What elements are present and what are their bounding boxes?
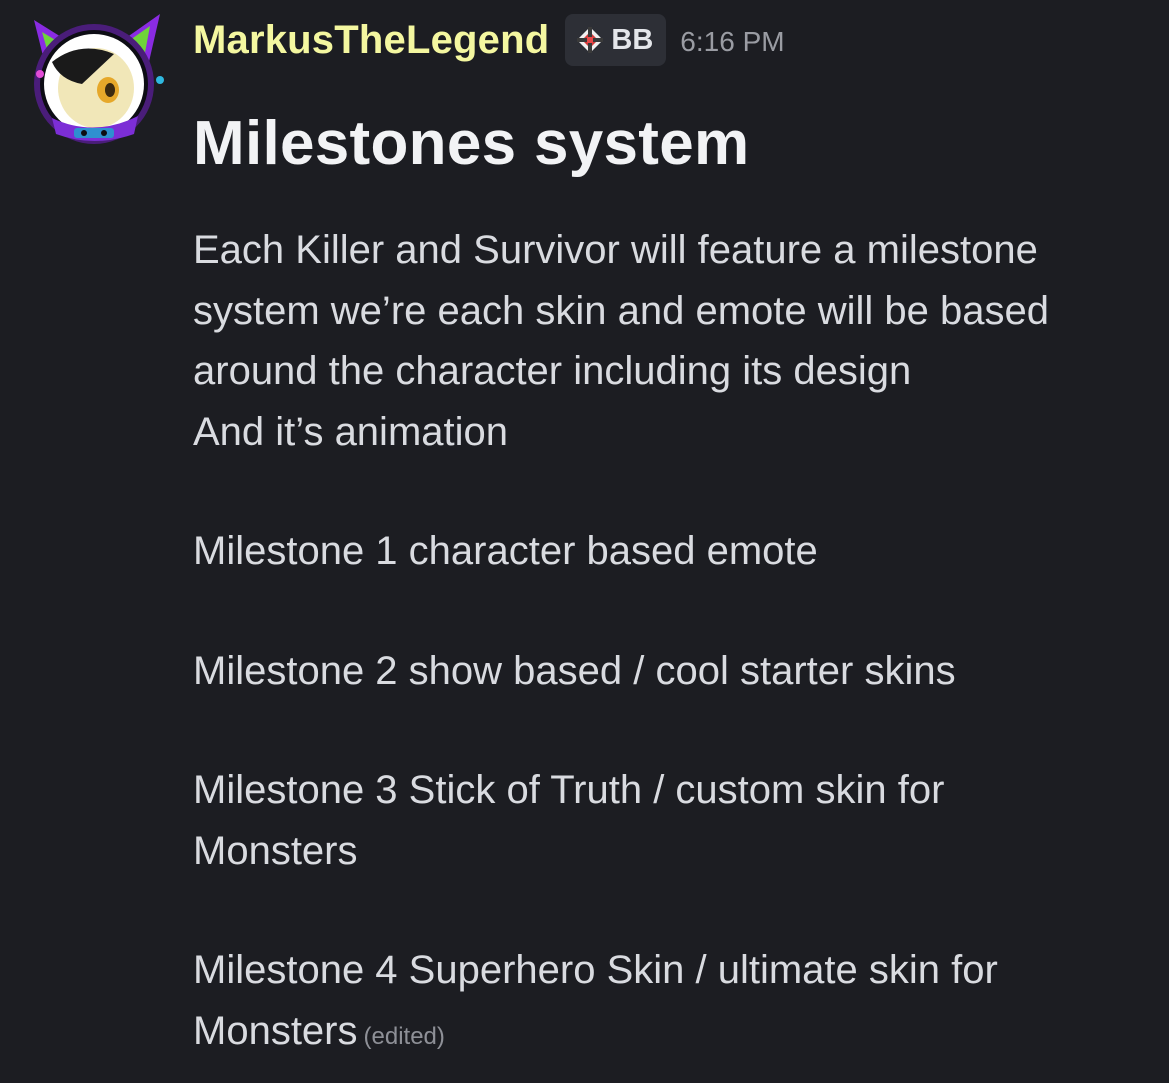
milestone-2-line: Milestone 2 show based / cool starter sk… [193, 648, 956, 693]
milestone-1-line: Milestone 1 character based emote [193, 529, 818, 573]
edited-label: (edited) [363, 1022, 445, 1050]
diamond-compass-icon [577, 27, 604, 53]
server-tag-badge[interactable]: BB [565, 14, 667, 66]
content-line: around the character including its desig… [193, 349, 912, 393]
user-avatar[interactable] [22, 10, 172, 150]
milestone-3-line: Milestone 3 Stick of Truth / custom skin… [193, 768, 945, 812]
cat-avatar-icon [34, 14, 164, 144]
message-content: Each Killer and Survivor will feature a … [193, 220, 1133, 1067]
milestone-3-line-continued: Monsters [193, 828, 358, 873]
milestone-4-line-continued: Monsters (edited) [193, 1001, 1133, 1068]
message-timestamp[interactable]: 6:16 PM [680, 22, 784, 58]
message-header: MarkusTheLegend BB 6:16 PM [193, 12, 785, 68]
content-line: system we’re each skin and emote will be… [193, 288, 1049, 333]
chat-message: MarkusTheLegend BB 6:16 PM Milestones sy… [0, 0, 1169, 1083]
content-line: Each Killer and Survivor will feature a … [193, 228, 1038, 272]
username[interactable]: MarkusTheLegend [193, 18, 549, 63]
content-text: Monsters [193, 1008, 358, 1053]
message-heading: Milestones system [193, 109, 750, 178]
badge-label: BB [611, 23, 654, 56]
content-line: And it’s animation [193, 409, 508, 454]
milestone-4-line: Milestone 4 Superhero Skin / ultimate sk… [193, 948, 998, 992]
